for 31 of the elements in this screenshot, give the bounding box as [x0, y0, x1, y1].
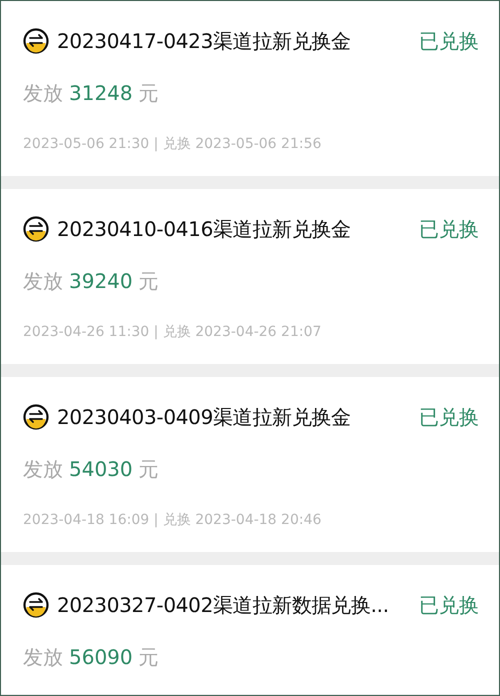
status-label: 已兑换 — [419, 28, 479, 54]
exchange-icon — [23, 28, 49, 54]
record-card[interactable]: 20230403-0409渠道拉新兑换金 已兑换 发放 54030 元 2023-04-18 16:09 | 兑换 2023-04-18 20:46 — [1, 377, 499, 552]
currency-unit: 元 — [138, 644, 159, 670]
exchange-icon — [23, 216, 49, 242]
amount-value: 39240 — [69, 269, 133, 293]
record-dates: 2023-04-26 11:30 | 兑换 2023-04-26 21:07 — [23, 323, 322, 342]
record-card[interactable]: 20230327-0402渠道拉新数据兑换... 已兑换 发放 56090 元 — [1, 565, 499, 694]
record-title: 20230417-0423渠道拉新兑换金 — [57, 28, 352, 54]
currency-unit: 元 — [138, 268, 159, 294]
record-title: 20230410-0416渠道拉新兑换金 — [57, 216, 352, 242]
record-card[interactable]: 20230417-0423渠道拉新兑换金 已兑换 发放 31248 元 2023-05-06 21:30 | 兑换 2023-05-06 21:56 — [1, 1, 499, 176]
record-title: 20230327-0402渠道拉新数据兑换... — [57, 592, 390, 618]
currency-unit: 元 — [138, 456, 159, 482]
record-dates: 2023-05-06 21:30 | 兑换 2023-05-06 21:56 — [23, 135, 322, 154]
amount-label: 发放 — [23, 268, 63, 294]
amount-label: 发放 — [23, 80, 63, 106]
amount-value: 54030 — [69, 457, 133, 481]
amount-value: 31248 — [69, 81, 133, 105]
record-dates: 2023-04-18 16:09 | 兑换 2023-04-18 20:46 — [23, 511, 322, 530]
currency-unit: 元 — [138, 80, 159, 106]
status-label: 已兑换 — [419, 592, 479, 618]
exchange-icon — [23, 404, 49, 430]
amount-label: 发放 — [23, 644, 63, 670]
amount-label: 发放 — [23, 456, 63, 482]
record-card[interactable]: 20230410-0416渠道拉新兑换金 已兑换 发放 39240 元 2023-04-26 11:30 | 兑换 2023-04-26 21:07 — [1, 189, 499, 364]
record-title: 20230403-0409渠道拉新兑换金 — [57, 404, 352, 430]
status-label: 已兑换 — [419, 216, 479, 242]
amount-value: 56090 — [69, 645, 133, 669]
status-label: 已兑换 — [419, 404, 479, 430]
exchange-icon — [23, 592, 49, 618]
